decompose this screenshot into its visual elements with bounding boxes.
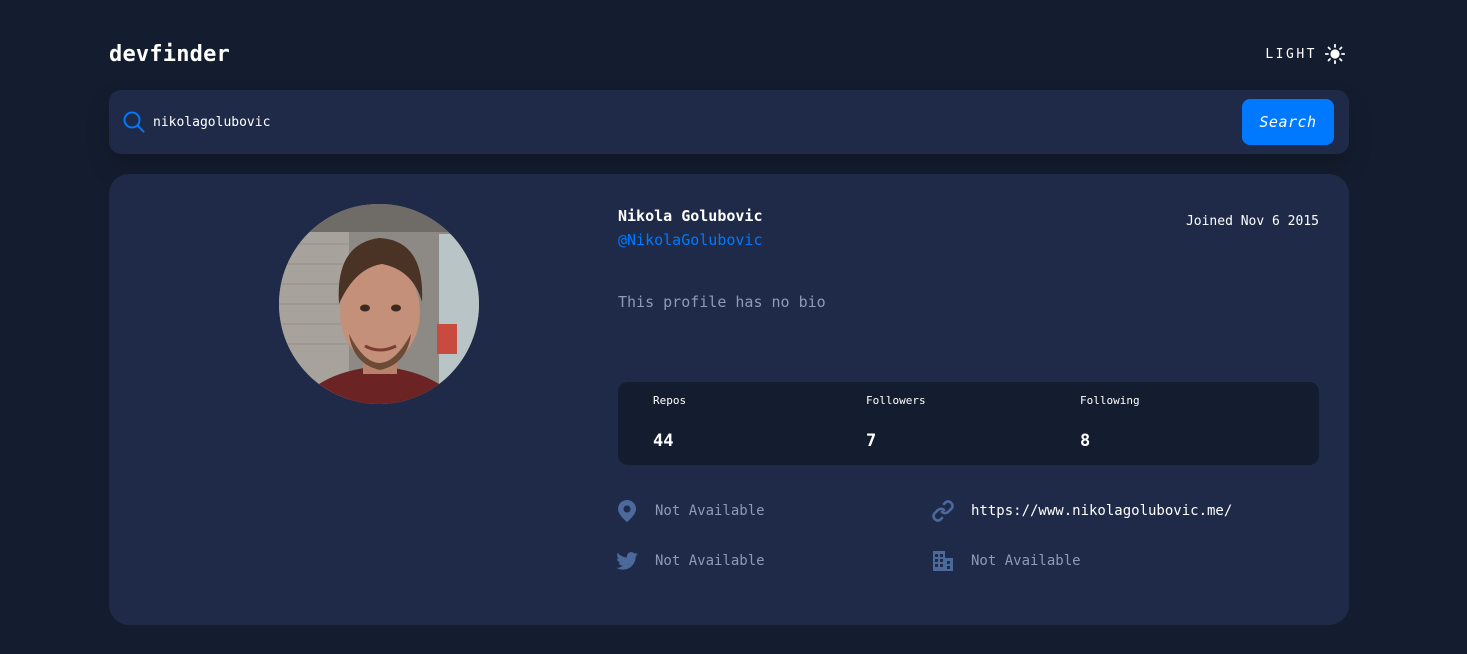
location-info: Not Available <box>616 500 765 522</box>
search-button[interactable]: Search <box>1242 99 1334 145</box>
sun-icon <box>1325 44 1345 64</box>
stat-followers-value: 7 <box>866 431 877 451</box>
stat-following-label: Following <box>1080 394 1140 407</box>
profile-bio: This profile has no bio <box>618 293 826 311</box>
joined-date: Joined Nov 6 2015 <box>1185 214 1319 229</box>
twitter-text: Not Available <box>655 553 765 569</box>
avatar <box>279 204 479 404</box>
twitter-icon <box>616 550 638 572</box>
app-header: devfinder LIGHT <box>109 36 1349 72</box>
twitter-info: Not Available <box>616 550 765 572</box>
search-bar: Search <box>109 90 1349 154</box>
theme-toggle-button[interactable]: LIGHT <box>1265 44 1345 64</box>
search-icon <box>123 111 145 133</box>
building-icon <box>932 550 954 572</box>
stat-repos-value: 44 <box>653 431 674 451</box>
app-logo: devfinder <box>109 41 231 67</box>
company-info: Not Available <box>932 550 1081 572</box>
stat-following-value: 8 <box>1080 431 1091 451</box>
location-text: Not Available <box>655 503 765 519</box>
profile-login-link[interactable]: @NikolaGolubovic <box>618 231 763 249</box>
stat-followers-label: Followers <box>866 394 926 407</box>
location-pin-icon <box>616 500 638 522</box>
stat-repos-label: Repos <box>653 394 687 407</box>
theme-toggle-label: LIGHT <box>1265 46 1317 62</box>
stats-panel: Repos 44 Followers 7 Following 8 <box>618 382 1319 465</box>
link-icon <box>932 500 954 522</box>
company-text: Not Available <box>971 553 1081 569</box>
profile-name: Nikola Golubovic <box>618 207 763 225</box>
blog-info: https://www.nikolagolubovic.me/ <box>932 500 1232 522</box>
blog-link[interactable]: https://www.nikolagolubovic.me/ <box>971 503 1232 519</box>
profile-card: Nikola Golubovic @NikolaGolubovic Joined… <box>109 174 1349 625</box>
search-input[interactable] <box>153 110 1223 134</box>
